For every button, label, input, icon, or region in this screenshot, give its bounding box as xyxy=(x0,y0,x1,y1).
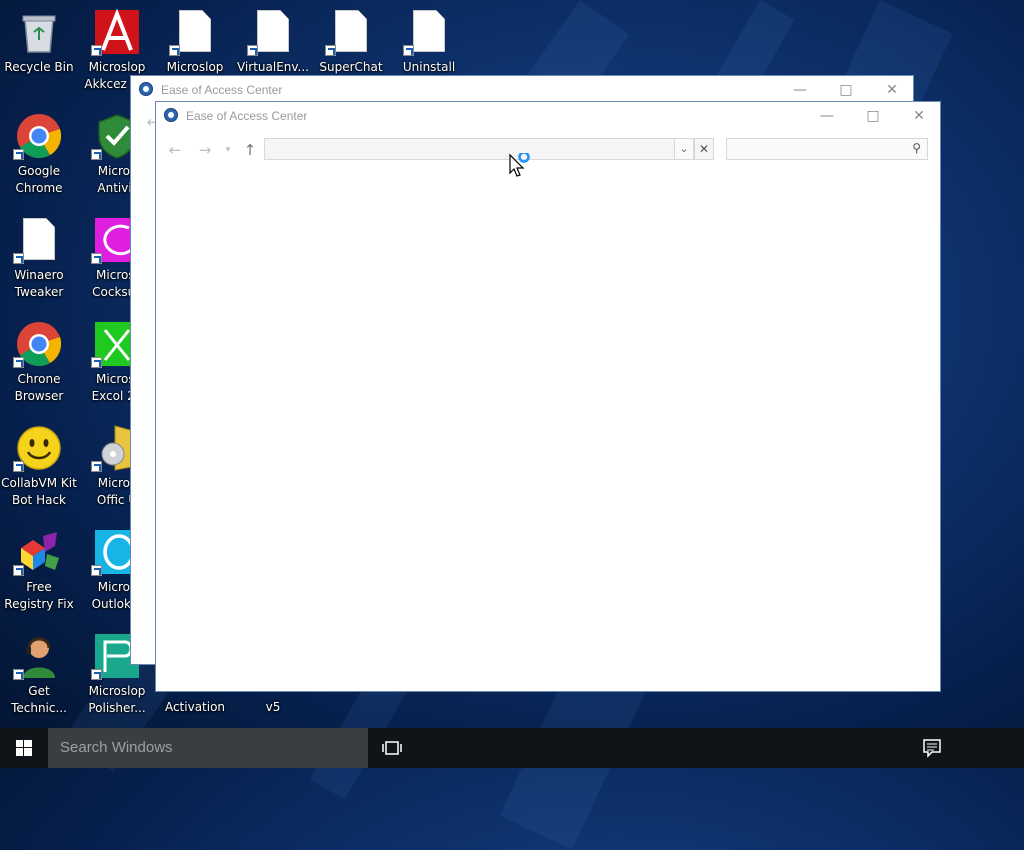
shortcut-arrow-icon xyxy=(13,565,24,576)
address-dropdown-chevron-icon[interactable]: ⌄ xyxy=(674,138,694,160)
shortcut-arrow-icon xyxy=(91,149,102,160)
desktop-icon-get-technical[interactable]: Get Technic... xyxy=(1,632,77,717)
shortcut-arrow-icon xyxy=(13,357,24,368)
document-icon xyxy=(403,8,453,56)
window-title: Ease of Access Center xyxy=(161,83,283,97)
shortcut-arrow-icon xyxy=(247,45,258,56)
desktop-icon-microslop[interactable]: Microslop xyxy=(157,8,233,76)
app-red-a-icon xyxy=(91,8,141,56)
shortcut-arrow-icon xyxy=(13,669,24,680)
notification-icon xyxy=(923,739,941,758)
desktop-icon-chrone-browser[interactable]: Chrone Browser xyxy=(1,320,77,405)
recent-locations-chevron-icon[interactable]: ▾ xyxy=(218,140,238,160)
window-content-area xyxy=(156,170,940,691)
shortcut-arrow-icon xyxy=(325,45,336,56)
registry-cubes-icon xyxy=(13,528,63,576)
title-bar[interactable]: Ease of Access Center — □ ✕ xyxy=(131,76,913,104)
desktop-icon-collabvm-kit[interactable]: CollabVM Kit Bot Hack xyxy=(1,424,77,509)
maximize-button[interactable]: □ xyxy=(850,102,896,130)
document-icon xyxy=(13,216,63,264)
shortcut-arrow-icon xyxy=(13,461,24,472)
windows-logo-icon xyxy=(16,740,32,756)
mouse-cursor xyxy=(508,151,532,179)
maximize-button[interactable]: □ xyxy=(823,76,869,104)
shortcut-arrow-icon xyxy=(13,253,24,264)
forward-arrow-icon[interactable]: → xyxy=(195,140,215,160)
ease-of-access-icon xyxy=(164,108,178,122)
desktop-icon-activation[interactable]: Activation xyxy=(157,699,233,716)
desktop-icon-superchat[interactable]: SuperChat xyxy=(313,8,389,76)
desktop-icon-recycle-bin[interactable]: Recycle Bin xyxy=(1,8,77,76)
taskbar: Search Windows xyxy=(0,728,1024,768)
document-icon xyxy=(247,8,297,56)
close-button[interactable]: ✕ xyxy=(869,76,915,104)
shortcut-arrow-icon xyxy=(169,45,180,56)
shortcut-arrow-icon xyxy=(91,461,102,472)
task-view-icon xyxy=(382,741,402,755)
shortcut-arrow-icon xyxy=(403,45,414,56)
smiley-icon xyxy=(13,424,63,472)
close-button[interactable]: ✕ xyxy=(896,102,942,130)
shortcut-arrow-icon xyxy=(91,253,102,264)
window-title: Ease of Access Center xyxy=(186,109,308,123)
ease-of-access-window-front[interactable]: Ease of Access Center — □ ✕ ← → ▾ ↑ ⌄ ✕ … xyxy=(155,101,941,692)
desktop-icon-uninstall[interactable]: Uninstall xyxy=(391,8,467,76)
address-bar[interactable] xyxy=(264,138,714,160)
action-center-button[interactable] xyxy=(912,728,952,768)
task-view-button[interactable] xyxy=(374,728,410,768)
minimize-button[interactable]: — xyxy=(804,102,850,130)
desktop-icon-virtualenv[interactable]: VirtualEnv... xyxy=(235,8,311,76)
chrome-icon xyxy=(13,320,63,368)
up-arrow-icon[interactable]: ↑ xyxy=(240,140,260,160)
taskbar-search-box[interactable]: Search Windows xyxy=(48,728,368,768)
address-clear-icon[interactable]: ✕ xyxy=(694,138,714,160)
desktop-icon-winaero-tweaker[interactable]: Winaero Tweaker xyxy=(1,216,77,301)
start-button[interactable] xyxy=(0,728,48,768)
shortcut-arrow-icon xyxy=(91,45,102,56)
desktop-icon-free-registry-fix[interactable]: Free Registry Fix xyxy=(1,528,77,613)
desktop-icon-google-chrome[interactable]: Google Chrome xyxy=(1,112,77,197)
ease-of-access-icon xyxy=(139,82,153,96)
recycle-bin-icon xyxy=(15,8,63,56)
shortcut-arrow-icon xyxy=(91,669,102,680)
document-icon xyxy=(169,8,219,56)
desktop-icon-v5[interactable]: v5 xyxy=(235,699,311,716)
shortcut-arrow-icon xyxy=(91,357,102,368)
navigation-toolbar: ← → ▾ ↑ ⌄ ✕ ⚲ xyxy=(156,130,940,170)
back-arrow-icon[interactable]: ← xyxy=(165,140,185,160)
chrome-icon xyxy=(13,112,63,160)
title-bar[interactable]: Ease of Access Center — □ ✕ xyxy=(156,102,940,130)
minimize-button[interactable]: — xyxy=(777,76,823,104)
search-icon: ⚲ xyxy=(912,141,921,155)
document-icon xyxy=(325,8,375,56)
shortcut-arrow-icon xyxy=(91,565,102,576)
search-field[interactable]: ⚲ xyxy=(726,138,928,160)
support-agent-icon xyxy=(13,632,63,680)
shortcut-arrow-icon xyxy=(13,149,24,160)
